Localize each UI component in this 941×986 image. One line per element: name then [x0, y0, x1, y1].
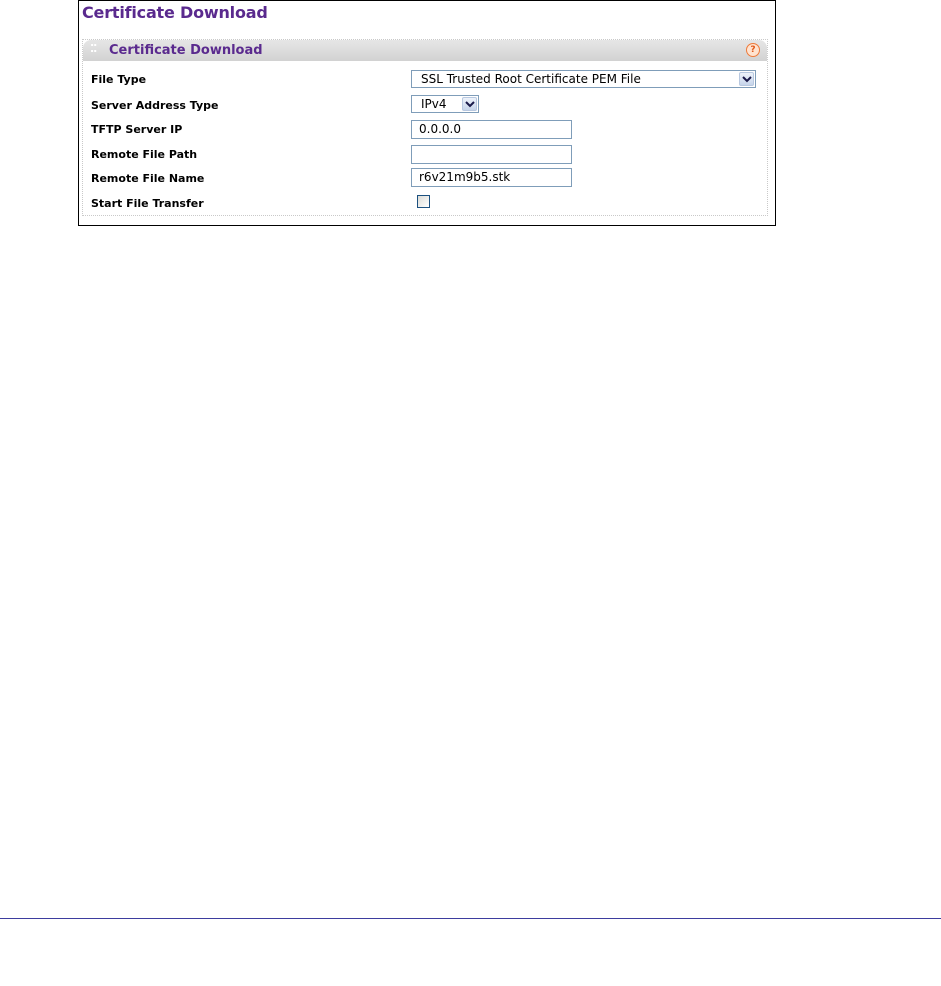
row-tftp-server-ip: TFTP Server IP 0.0.0.0	[83, 118, 767, 144]
server-address-type-select[interactable]: IPv4	[411, 95, 479, 113]
chevron-down-icon[interactable]	[739, 72, 754, 86]
file-type-selected: SSL Trusted Root Certificate PEM File	[421, 72, 641, 86]
chevron-down-icon[interactable]	[462, 97, 477, 111]
server-address-type-selected: IPv4	[421, 97, 447, 111]
row-server-address-type: Server Address Type IPv4	[83, 94, 767, 120]
start-file-transfer-label: Start File Transfer	[91, 197, 204, 210]
row-start-file-transfer: Start File Transfer	[83, 193, 767, 219]
remote-file-name-input[interactable]: r6v21m9b5.stk	[411, 168, 572, 187]
panel-title: Certificate Download	[109, 43, 263, 58]
row-file-type: File Type SSL Trusted Root Certificate P…	[83, 68, 767, 94]
remote-file-path-input[interactable]	[411, 145, 572, 164]
tftp-server-ip-input[interactable]: 0.0.0.0	[411, 120, 572, 139]
page-title: Certificate Download	[82, 3, 268, 22]
file-type-label: File Type	[91, 73, 147, 86]
grip-dots-icon: ⁚⁚	[90, 42, 97, 55]
remote-file-path-label: Remote File Path	[91, 148, 198, 161]
page-footer-rule	[0, 918, 941, 919]
row-remote-file-path: Remote File Path	[83, 143, 767, 169]
remote-file-name-label: Remote File Name	[91, 172, 205, 185]
server-address-type-label: Server Address Type	[91, 99, 219, 112]
start-file-transfer-checkbox[interactable]	[417, 195, 430, 208]
certificate-download-panel: ⁚⁚ Certificate Download ? File Type SSL …	[82, 39, 768, 216]
certificate-download-frame: Certificate Download ⁚⁚ Certificate Down…	[78, 0, 776, 226]
panel-header: ⁚⁚ Certificate Download ?	[83, 40, 767, 61]
file-type-select[interactable]: SSL Trusted Root Certificate PEM File	[411, 70, 756, 88]
help-circle-icon[interactable]: ?	[746, 43, 760, 57]
tftp-server-ip-label: TFTP Server IP	[91, 123, 183, 136]
row-remote-file-name: Remote File Name r6v21m9b5.stk	[83, 168, 767, 194]
